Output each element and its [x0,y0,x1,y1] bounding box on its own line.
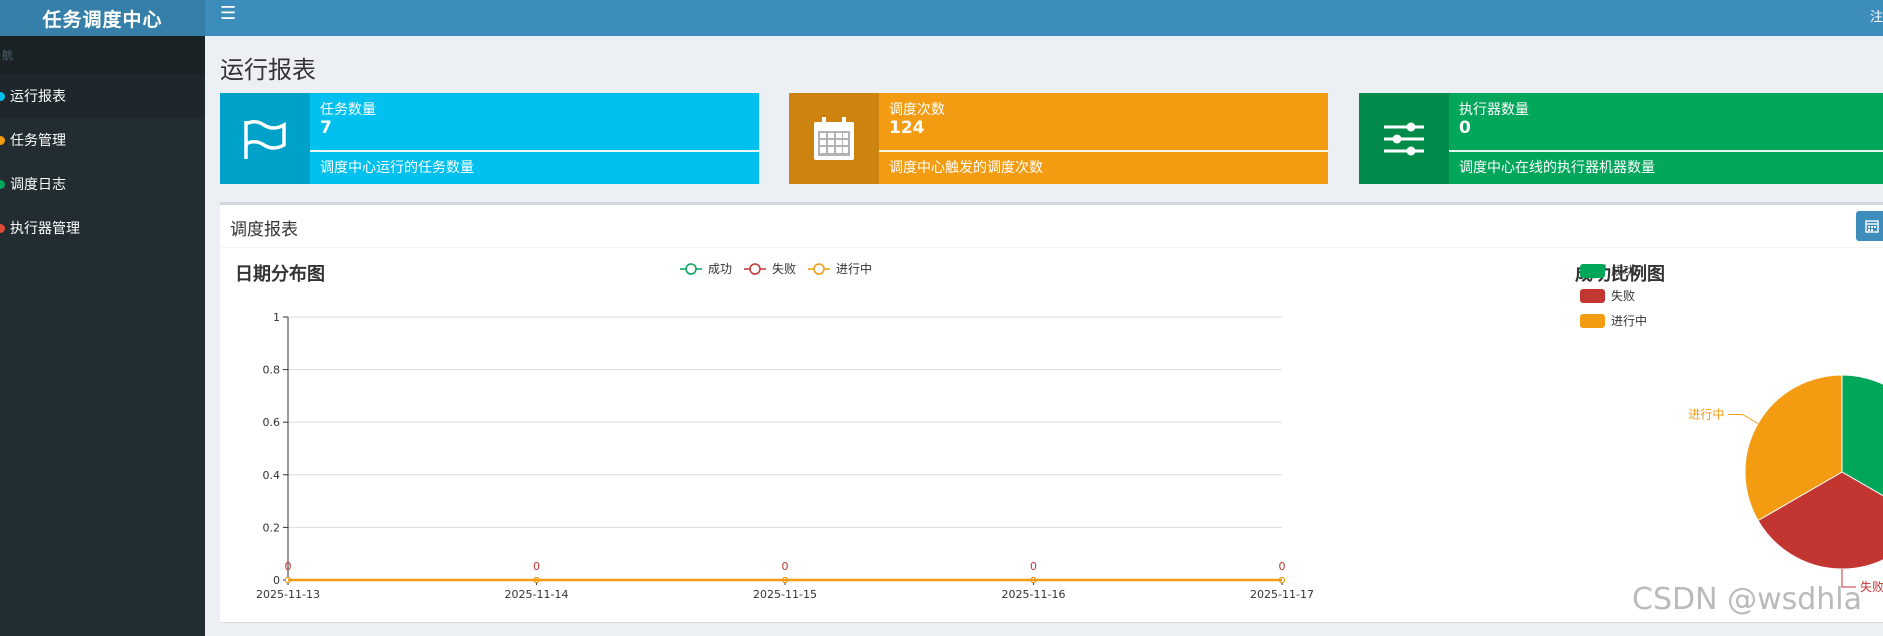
circle-icon [0,135,5,145]
sidebar-nav: 运行报表任务管理调度日志执行器管理 [0,74,205,250]
legend-label: 失败 [1611,288,1635,303]
y-tick-label: 0 [273,574,280,587]
info-box-value: 124 [889,118,925,138]
legend-label: 成功 [1611,264,1635,278]
pie-legend-item-1[interactable]: 成功 [1580,264,1635,278]
pie-label-line [1728,414,1759,424]
x-tick-label: 2025-11-16 [1002,588,1066,601]
pie-legend-item-2[interactable]: 失败 [1580,288,1635,303]
info-box-value: 0 [1459,118,1471,138]
sidebar-item-label: 执行器管理 [10,221,80,237]
legend-item-1[interactable]: 成功 [680,262,732,276]
data-label: 0 [1279,560,1286,573]
sidebar: 任务调度中心 航 运行报表任务管理调度日志执行器管理 [0,0,205,636]
data-label: 0 [285,560,292,573]
info-box-title: 任务数量 [320,102,376,118]
y-tick-label: 0.8 [263,364,281,377]
legend-label: 进行中 [1611,313,1647,328]
info-box-progress [879,150,1328,152]
x-tick-label: 2025-11-15 [753,588,817,601]
legend-label: 进行中 [836,261,872,276]
info-box-progress [310,150,759,152]
legend-item-2[interactable]: 失败 [744,261,796,276]
info-box-progress [1449,150,1883,152]
info-box-value: 7 [320,118,332,138]
legend-label: 成功 [708,262,732,276]
circle-icon [0,179,5,189]
data-label: 0 [1030,560,1037,573]
report-box: 调度报表 日期分布图 成功比例图 0 0.2 0.4 0.6 0.8 1 2025-11-1… [220,202,1883,622]
y-tick-label: 0.4 [263,469,281,482]
line-chart: 00.20.40.60.812025-11-1302025-11-1402025… [256,261,1314,601]
legend-label: 失败 [772,261,796,276]
data-label: 0 [533,560,540,573]
info-box-title: 执行器数量 [1459,102,1529,118]
nav-header: 航 [0,36,205,74]
data-label: 0 [782,560,789,573]
sidebar-item-label: 运行报表 [10,89,66,105]
header-user-link[interactable]: 注 [1870,6,1883,25]
sidebar-item-label: 调度日志 [10,177,66,193]
sidebar-item-4[interactable]: 执行器管理 [0,206,205,250]
top-header: ☰ 注 [205,0,1883,36]
legend-item-3[interactable]: 进行中 [808,261,872,276]
pie-chart: 成功失败进行中成功失败进行中 [1580,264,1883,594]
page-title: 运行报表 [220,56,316,84]
watermark: CSDN @wsdhla [1632,582,1863,617]
info-box-desc: 调度中心运行的任务数量 [320,160,474,176]
sidebar-item-1[interactable]: 运行报表 [0,74,205,118]
y-tick-label: 0.2 [263,521,281,534]
x-tick-label: 2025-11-17 [1250,588,1314,601]
x-tick-label: 2025-11-14 [505,588,569,601]
flag-icon [220,93,310,184]
info-box-2: 调度次数 124 调度中心触发的调度次数 [789,93,1328,184]
circle-icon [0,223,5,233]
y-tick-label: 0.6 [263,416,281,429]
info-box-desc: 调度中心在线的执行器机器数量 [1459,160,1655,176]
x-tick-label: 2025-11-13 [256,588,320,601]
info-box-desc: 调度中心触发的调度次数 [889,160,1043,176]
app-logo[interactable]: 任务调度中心 [0,0,205,36]
info-box-3: 执行器数量 0 调度中心在线的执行器机器数量 [1359,93,1883,184]
info-box-1: 任务数量 7 调度中心运行的任务数量 [220,93,759,184]
menu-toggle-icon[interactable]: ☰ [220,3,236,24]
pie-slice-label: 失败 [1860,579,1883,594]
info-box-title: 调度次数 [889,102,945,118]
pie-slice-label: 进行中 [1688,407,1724,422]
y-tick-label: 1 [273,311,280,324]
sliders-icon [1359,93,1449,184]
sidebar-item-2[interactable]: 任务管理 [0,118,205,162]
calendar-icon [789,93,879,184]
sidebar-item-3[interactable]: 调度日志 [0,162,205,206]
circle-icon [0,91,5,101]
sidebar-item-label: 任务管理 [10,133,66,149]
pie-legend-item-3[interactable]: 进行中 [1580,313,1647,328]
